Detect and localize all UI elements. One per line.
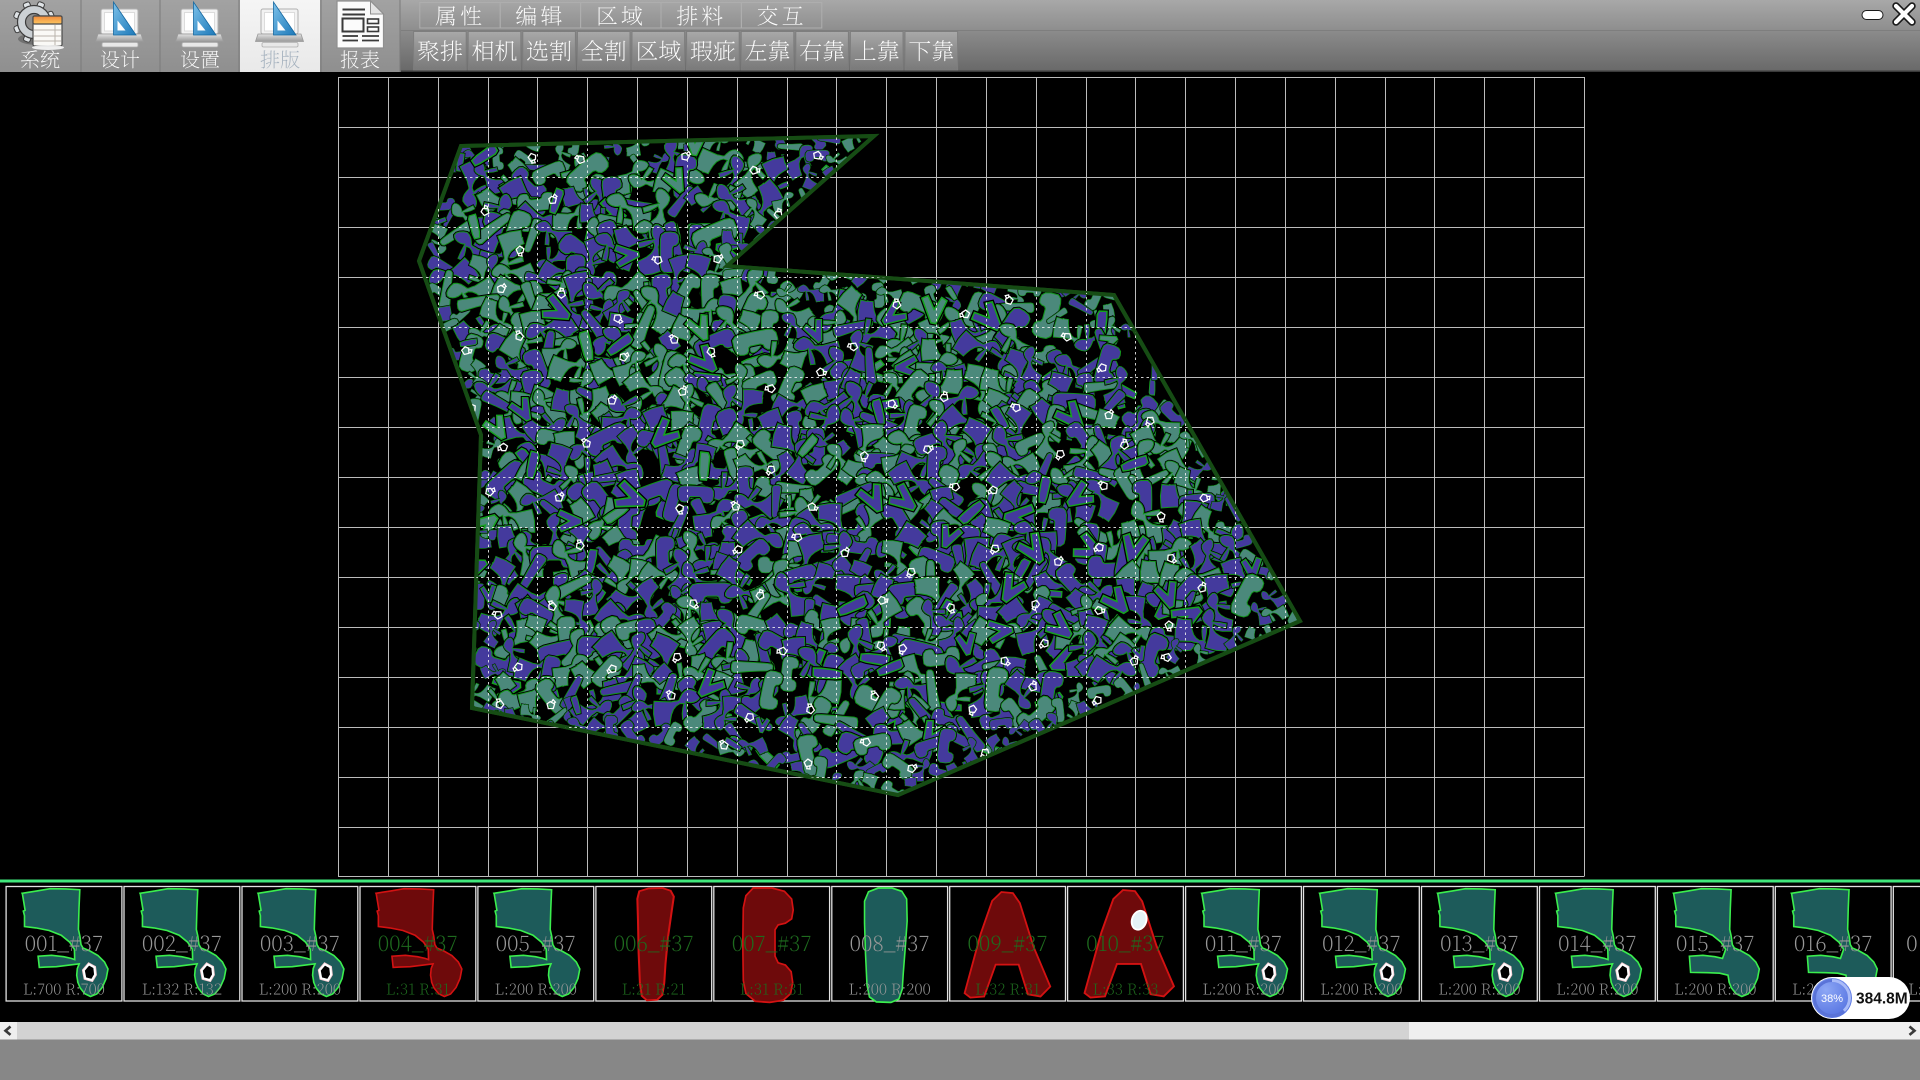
svg-text:38%: 38% xyxy=(1821,993,1843,1005)
svg-text:384.8M: 384.8M xyxy=(1856,991,1908,1008)
